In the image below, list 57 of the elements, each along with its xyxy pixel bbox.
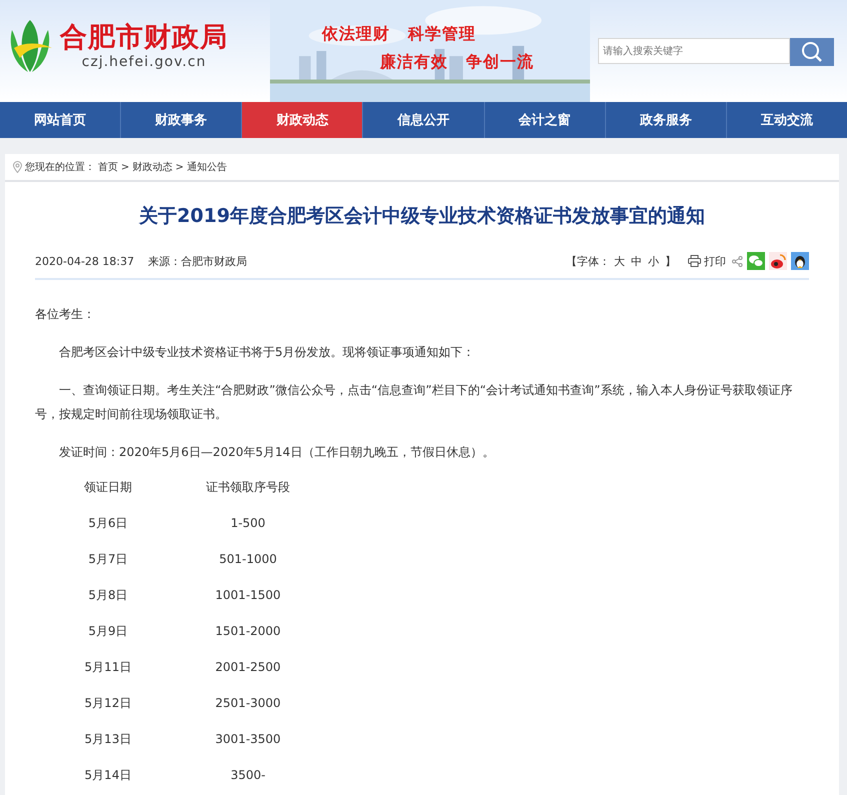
slogan: 依法理财 (322, 23, 390, 45)
nav-tab[interactable]: 网站首页 (0, 102, 120, 138)
font-size-link[interactable]: 中 (631, 254, 642, 268)
article-source: 来源：合肥市财政局 (148, 254, 248, 268)
table-cell-text: 2001-2500 (214, 659, 282, 676)
paragraph: 各位考生： (35, 306, 96, 323)
site-name: 合肥市财政局 (60, 22, 228, 54)
breadcrumb-separator: > (121, 162, 130, 172)
print-link[interactable]: 打印 (688, 254, 726, 268)
breadcrumb-link[interactable]: 财政动态 (132, 160, 172, 174)
table-header: 证书领取序号段 (205, 479, 291, 496)
table-cell-text: 5月6日 (87, 515, 129, 532)
penguin-icon[interactable] (791, 252, 809, 270)
font-size-link[interactable]: 大 (614, 254, 625, 268)
slogan: 科学管理 (408, 23, 476, 45)
share-icon[interactable] (732, 256, 743, 266)
breadcrumb-link[interactable]: 通知公告 (186, 160, 227, 174)
table-cell-text: 5月11日 (84, 659, 132, 676)
font-size-label: 【字体： (566, 254, 610, 268)
font-size-link[interactable]: 小 (648, 254, 659, 268)
search-button[interactable] (790, 38, 834, 66)
breadcrumb-link[interactable]: 首页 (98, 160, 118, 174)
table-header: 领证日期 (83, 479, 133, 496)
table-cell-text: 5月9日 (87, 623, 129, 640)
table-cell-text: 2501-3000 (214, 695, 282, 712)
article-title: 关于2019年度合肥考区会计中级专业技术资格证书发放事宜的通知 (138, 204, 706, 229)
table-cell-text: 5月12日 (84, 695, 132, 712)
eye-logo-icon[interactable] (769, 252, 787, 270)
nav-tab[interactable]: 会计之窗 (484, 102, 605, 138)
breadcrumb-separator: > (175, 162, 184, 172)
nav-tab[interactable]: 政务服务 (604, 102, 726, 138)
breadcrumb-label: 您现在的位置： (25, 160, 95, 174)
table-cell-text: 5月7日 (87, 551, 129, 568)
table-cell-text: 1001-1500 (214, 587, 282, 604)
nav-tab[interactable]: 财政动态 (241, 102, 362, 138)
site-domain: czj.hefei.gov.cn (82, 54, 206, 70)
table-cell-text: 5月8日 (87, 587, 129, 604)
slogan: 廉洁有效 (380, 51, 448, 73)
nav-tab[interactable]: 互动交流 (726, 102, 847, 138)
table-cell-text: 3001-3500 (214, 731, 282, 748)
table-cell-text: 5月14日 (84, 767, 132, 784)
paragraph: 合肥考区会计中级专业技术资格证书将于5月份发放。现将领证事项通知如下： (58, 344, 476, 361)
nav-tab[interactable]: 信息公开 (362, 102, 484, 138)
search-field[interactable]: 请输入搜索关键字 (598, 38, 790, 64)
table-cell-text: 501-1000 (218, 551, 278, 568)
slogan: 争创一流 (466, 51, 534, 73)
search-icon (801, 41, 823, 63)
location-pin-icon (13, 161, 22, 173)
table-cell-text: 3500- (230, 767, 266, 784)
printer-icon (688, 255, 701, 267)
publish-date: 2020-04-28 18:37 (35, 254, 134, 268)
table-cell-text: 1501-2000 (214, 623, 282, 640)
table-cell-text: 5月13日 (84, 731, 132, 748)
table-cell-text: 1-500 (230, 515, 266, 532)
paragraph: 发证时间：2020年5月6日—2020年5月14日（工作日朝九晚五，节假日休息）。 (58, 444, 496, 461)
font-size-end: 】 (665, 254, 676, 268)
paragraph: 一、查询领证日期。考生关注“合肥财政”微信公众号，点击“信息查询”栏目下的“会计考试通知书查询”系统，输入本人身份证号获取领证序号，按规定时间前往现场领取证书。 (35, 382, 794, 423)
